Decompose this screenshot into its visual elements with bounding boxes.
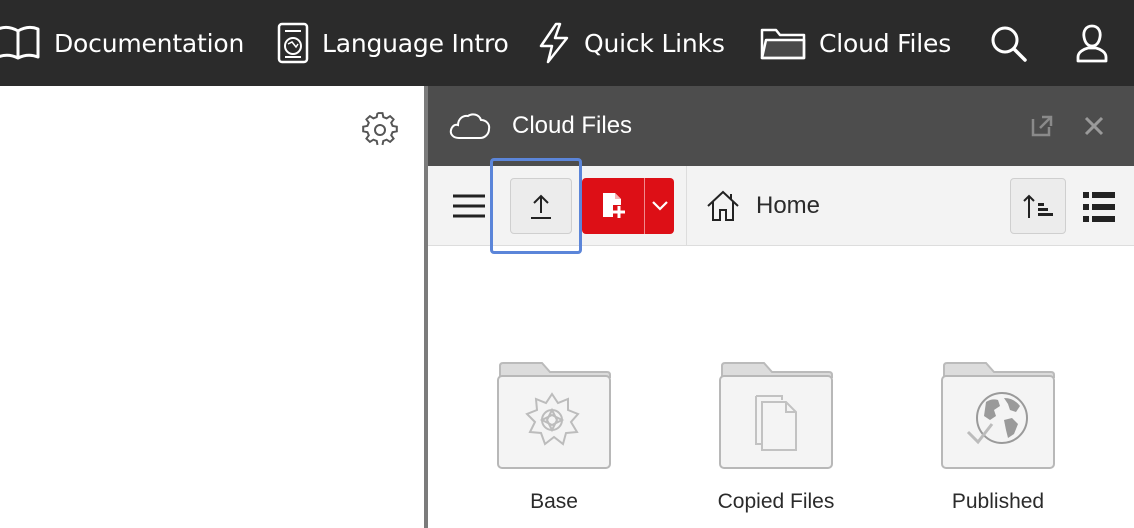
guide-icon	[276, 22, 310, 64]
upload-icon	[531, 194, 551, 219]
gear-icon	[362, 112, 398, 146]
folder-published-label: Published	[951, 490, 1045, 513]
settings-button[interactable]	[362, 112, 398, 148]
new-file-split-button	[582, 178, 674, 234]
breadcrumb-home-label: Home	[756, 192, 821, 219]
new-file-button[interactable]	[582, 178, 644, 234]
panel-header: Cloud Files	[428, 86, 1134, 166]
lightning-icon	[536, 22, 572, 64]
user-icon	[1074, 23, 1110, 63]
search-button[interactable]	[988, 0, 1028, 86]
popout-button[interactable]	[1030, 114, 1054, 138]
nav-documentation[interactable]: Documentation	[0, 0, 244, 86]
upload-button[interactable]	[510, 178, 572, 234]
close-icon	[1084, 116, 1104, 136]
nav-cloud-files-label: Cloud Files	[819, 28, 952, 58]
folder-icon	[759, 24, 807, 62]
new-file-icon	[603, 193, 625, 218]
nav-quick-links[interactable]: Quick Links	[536, 0, 725, 86]
folder-base-label: Base	[530, 490, 578, 513]
close-button[interactable]	[1082, 114, 1106, 138]
home-icon	[707, 190, 739, 221]
nav-cloud-files[interactable]: Cloud Files	[759, 0, 951, 86]
chevron-down-icon	[651, 201, 668, 211]
folder-published[interactable]: Published	[908, 360, 1088, 514]
book-icon	[0, 23, 42, 63]
nav-language-intro-label: Language Intro	[322, 28, 509, 58]
folder-copied-files[interactable]: Copied Files	[686, 360, 866, 514]
sort-button[interactable]	[1010, 178, 1066, 234]
sort-icon	[1023, 194, 1053, 218]
wolfram-spikey-icon	[497, 362, 611, 469]
new-file-dropdown-button[interactable]	[645, 178, 674, 234]
copy-icon	[719, 362, 833, 469]
left-pane	[0, 86, 424, 528]
cloud-icon	[448, 110, 492, 147]
folder-base[interactable]: Base	[464, 360, 644, 514]
top-nav-bar: Documentation Language Intro Quick Links	[0, 0, 1134, 86]
view-toggle-button[interactable]	[1082, 190, 1116, 224]
nav-quick-links-label: Quick Links	[584, 28, 725, 58]
files-toolbar: Home	[428, 158, 1134, 254]
list-view-icon	[1083, 192, 1115, 222]
toolbar-divider	[686, 166, 687, 246]
search-icon	[988, 23, 1028, 63]
cloud-files-panel: Cloud Files Home Base Copied Files Publi…	[428, 86, 1134, 528]
menu-button[interactable]	[452, 192, 486, 220]
popout-icon	[1031, 115, 1053, 137]
user-account-button[interactable]	[1074, 0, 1110, 86]
panel-title: Cloud Files	[512, 112, 633, 139]
breadcrumb-home[interactable]: Home	[706, 188, 820, 224]
globe-check-icon	[941, 362, 1055, 469]
folder-copied-files-label: Copied Files	[717, 490, 835, 513]
nav-language-intro[interactable]: Language Intro	[276, 0, 509, 86]
hamburger-icon	[453, 194, 485, 218]
nav-documentation-label: Documentation	[54, 28, 245, 58]
